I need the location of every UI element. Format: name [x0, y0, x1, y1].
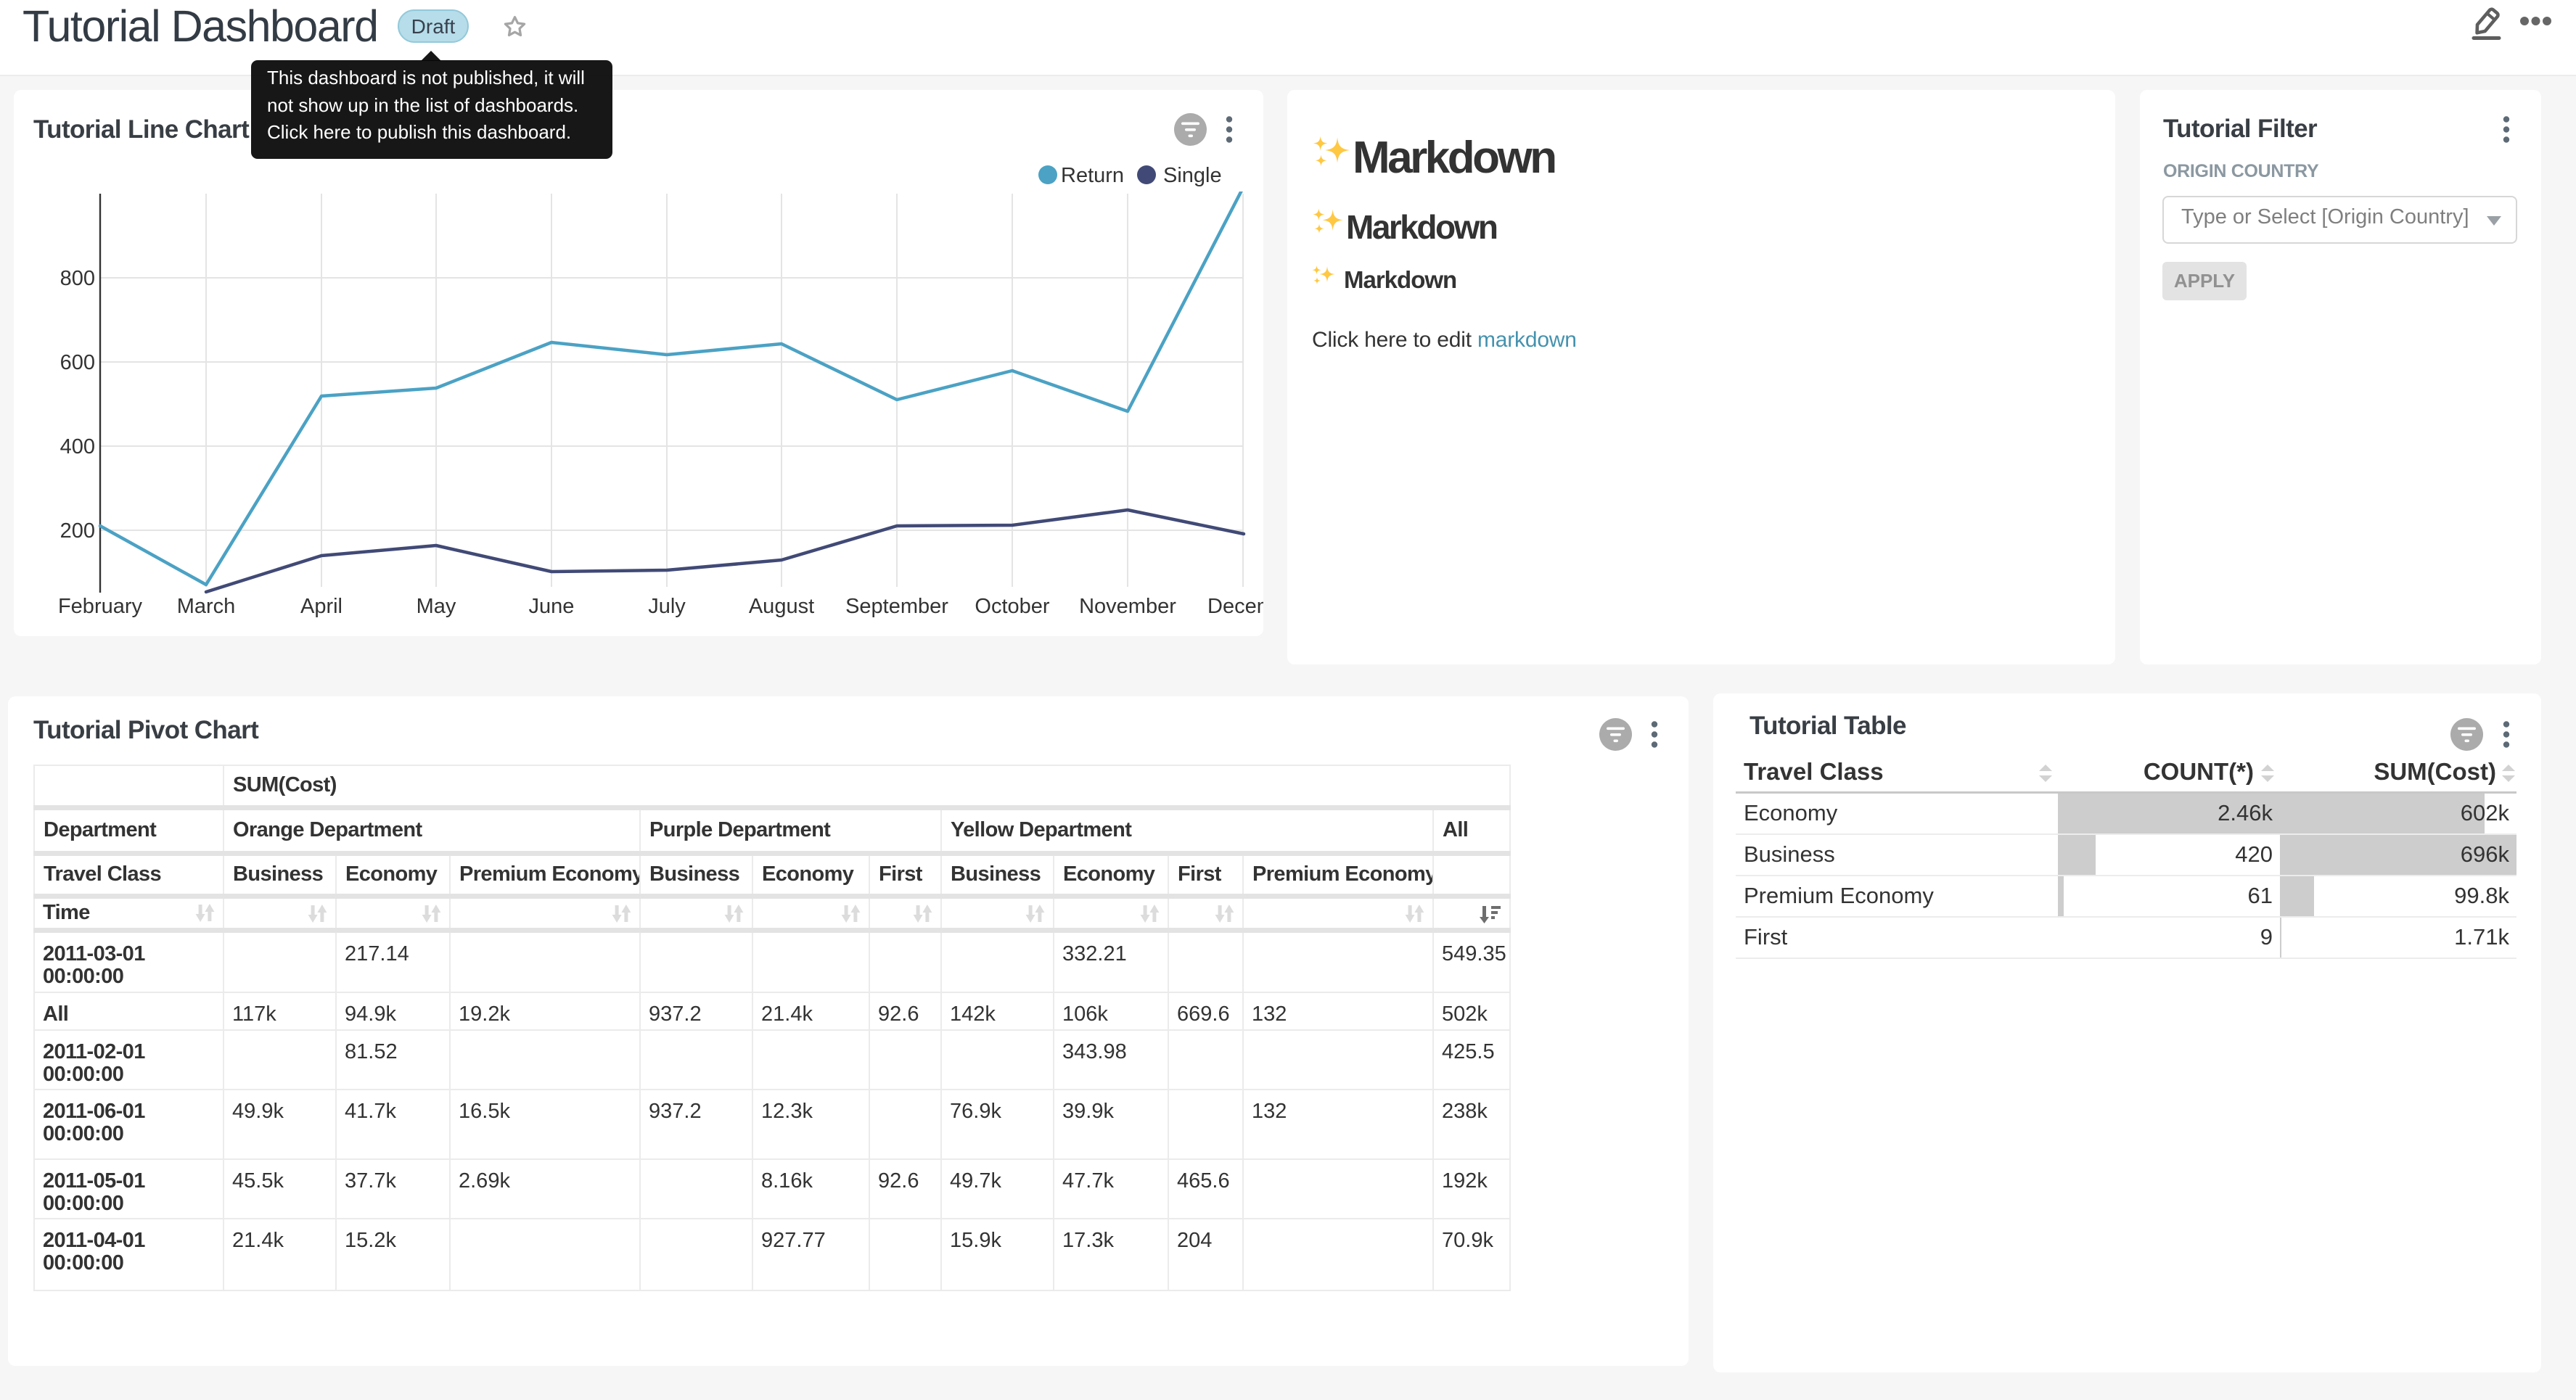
svg-text:400: 400	[60, 435, 95, 458]
svg-text:September: September	[845, 595, 948, 618]
svg-text:November: November	[1079, 595, 1176, 618]
svg-text:February: February	[58, 595, 143, 618]
svg-text:October: October	[975, 595, 1049, 618]
svg-text:600: 600	[60, 351, 95, 374]
svg-text:March: March	[177, 595, 236, 618]
svg-text:200: 200	[60, 519, 95, 543]
svg-text:December: December	[1207, 595, 1263, 618]
svg-text:April: April	[300, 595, 342, 618]
svg-text:800: 800	[60, 267, 95, 290]
svg-text:June: June	[529, 595, 575, 618]
svg-text:May: May	[417, 595, 456, 618]
svg-text:August: August	[749, 595, 814, 618]
svg-text:July: July	[648, 595, 686, 618]
